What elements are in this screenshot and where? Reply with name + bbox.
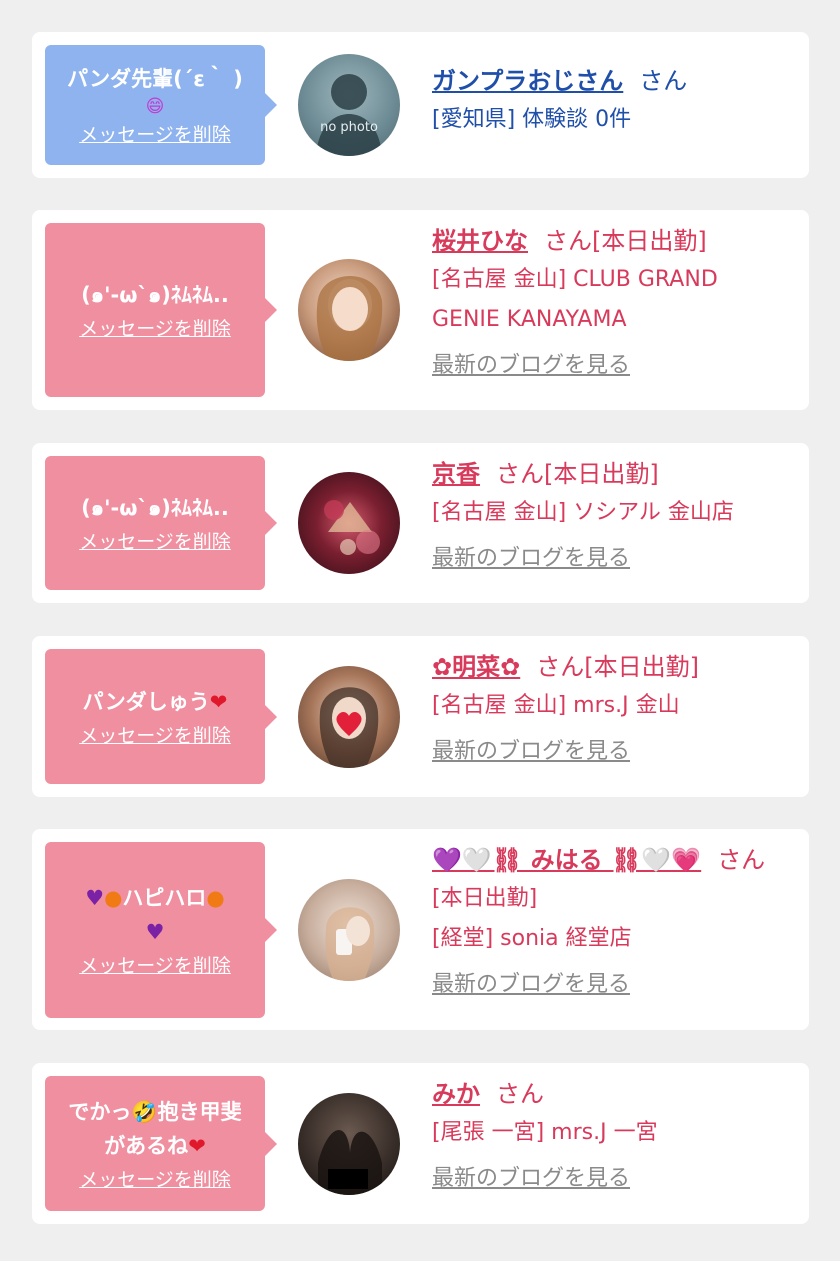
delete-message-link[interactable]: メッセージを削除: [79, 529, 231, 555]
profile-photo: [319, 687, 379, 768]
member-detail: [愛知県] 体験談 0件: [432, 107, 632, 132]
member-info: ✿明菜✿ さん[本日出勤] [名古屋 金山] mrs.J 金山 最新のブログを見る: [432, 648, 789, 772]
member-info: 京香 さん[本日出勤] [名古屋 金山] ソシアル 金山店 最新のブログを見る: [432, 455, 789, 579]
message-bubble: パンダ先輩(´ε｀ ) 😄 メッセージを削除: [45, 45, 277, 165]
honorific: さん[本日出勤]: [536, 653, 699, 681]
message-card: (๑'-ωˋ๑)ﾈﾑﾈﾑ.. メッセージを削除 桜井ひな さん[本日出勤] [名古…: [32, 210, 809, 410]
heart-icon: ❤: [188, 1133, 206, 1158]
message-bubble: (๑'-ωˋ๑)ﾈﾑﾈﾑ.. メッセージを削除: [45, 456, 277, 590]
bubble-message: パンダ先輩(´ε｀ ): [67, 67, 243, 91]
member-detail: [名古屋 金山] ソシアル 金山店: [432, 500, 734, 525]
profile-photo: [316, 276, 383, 361]
profile-photo: [325, 907, 375, 981]
member-name-link[interactable]: ✿明菜✿: [432, 653, 520, 681]
member-detail: [本日出勤]: [432, 886, 538, 911]
message-bubble: (๑'-ωˋ๑)ﾈﾑﾈﾑ.. メッセージを削除: [45, 223, 277, 397]
bubble-emoji: 😄: [145, 96, 165, 117]
profile-photo: [318, 1130, 382, 1195]
message-card: (๑'-ωˋ๑)ﾈﾑﾈﾑ.. メッセージを削除 京香 さん[本日出勤] [名古屋 …: [32, 443, 809, 603]
person-silhouette-icon: [316, 74, 382, 156]
latest-blog-link[interactable]: 最新のブログを見る: [432, 732, 789, 772]
message-card: パンダしゅう❤ メッセージを削除 ✿明菜✿ さん[本日出勤] [名古屋 金山] m…: [32, 636, 809, 797]
delete-message-link[interactable]: メッセージを削除: [79, 316, 231, 342]
member-detail: [名古屋 金山] CLUB GRAND: [432, 267, 718, 292]
honorific: さん: [717, 846, 766, 874]
member-info: ガンプラおじさん さん [愛知県] 体験談 0件: [432, 62, 789, 140]
member-detail: [尾張 一宮] mrs.J 一宮: [432, 1120, 658, 1145]
avatar[interactable]: [298, 666, 400, 768]
message-bubble: パンダしゅう❤ メッセージを削除: [45, 649, 277, 784]
no-photo-caption: no photo: [320, 120, 378, 135]
member-name-link[interactable]: 💜🤍⛓ みはる ⛓🤍💗: [432, 846, 701, 874]
bubble-message: ハピハロ: [122, 886, 207, 910]
message-list: パンダ先輩(´ε｀ ) 😄 メッセージを削除 no photo ガンプラおじさん…: [0, 0, 840, 1261]
member-name-link[interactable]: みか: [432, 1080, 480, 1108]
honorific: さん: [496, 1080, 544, 1108]
purple-heart-icon: ♥: [85, 886, 105, 910]
honorific: さん: [639, 67, 688, 95]
delete-message-link[interactable]: メッセージを削除: [79, 953, 231, 979]
member-info: 桜井ひな さん[本日出勤] [名古屋 金山] CLUB GRAND GENIE K…: [432, 222, 789, 386]
heart-icon: ❤: [209, 689, 228, 714]
member-detail: GENIE KANAYAMA: [432, 307, 627, 332]
profile-photo: [324, 500, 380, 555]
member-name-link[interactable]: ガンプラおじさん: [432, 67, 623, 95]
message-card: でかっ🤣抱き甲斐 があるね❤ メッセージを削除 みか さん [尾張 一宮] mrs…: [32, 1063, 809, 1224]
pumpkin-icon: ●: [104, 886, 123, 910]
avatar[interactable]: [298, 879, 400, 981]
avatar[interactable]: no photo: [298, 54, 400, 156]
member-info: 💜🤍⛓ みはる ⛓🤍💗 さん [本日出勤] [経堂] sonia 経堂店 最新のブ…: [432, 841, 789, 1005]
latest-blog-link[interactable]: 最新のブログを見る: [432, 539, 789, 579]
pumpkin-icon: ●: [206, 886, 225, 910]
delete-message-link[interactable]: メッセージを削除: [79, 122, 231, 148]
delete-message-link[interactable]: メッセージを削除: [79, 1167, 231, 1193]
honorific: さん[本日出勤]: [496, 460, 659, 488]
latest-blog-link[interactable]: 最新のブログを見る: [432, 1159, 789, 1199]
message-bubble: ♥●ハピハロ● ♥ メッセージを削除: [45, 842, 277, 1018]
member-detail: [名古屋 金山] mrs.J 金山: [432, 693, 680, 718]
avatar[interactable]: [298, 472, 400, 574]
delete-message-link[interactable]: メッセージを削除: [79, 723, 231, 749]
message-card: パンダ先輩(´ε｀ ) 😄 メッセージを削除 no photo ガンプラおじさん…: [32, 32, 809, 178]
message-card: ♥●ハピハロ● ♥ メッセージを削除 💜🤍⛓ みはる ⛓🤍💗 さん [本日出勤] …: [32, 829, 809, 1030]
avatar[interactable]: [298, 1093, 400, 1195]
honorific: さん[本日出勤]: [544, 227, 707, 255]
member-detail: [経堂] sonia 経堂店: [432, 926, 632, 951]
latest-blog-link[interactable]: 最新のブログを見る: [432, 965, 789, 1005]
member-name-link[interactable]: 桜井ひな: [432, 227, 528, 255]
latest-blog-link[interactable]: 最新のブログを見る: [432, 346, 789, 386]
message-bubble: でかっ🤣抱き甲斐 があるね❤ メッセージを削除: [45, 1076, 277, 1211]
bubble-message: でかっ🤣抱き甲斐: [68, 1099, 242, 1124]
bubble-message: (๑'-ωˋ๑)ﾈﾑﾈﾑ..: [81, 496, 229, 520]
bubble-message: があるね: [104, 1133, 189, 1158]
bubble-message: パンダしゅう: [82, 689, 210, 714]
bubble-message: (๑'-ωˋ๑)ﾈﾑﾈﾑ..: [81, 283, 229, 307]
purple-heart-icon: ♥: [145, 920, 165, 944]
member-info: みか さん [尾張 一宮] mrs.J 一宮 最新のブログを見る: [432, 1075, 789, 1199]
avatar[interactable]: [298, 259, 400, 361]
member-name-link[interactable]: 京香: [432, 460, 480, 488]
